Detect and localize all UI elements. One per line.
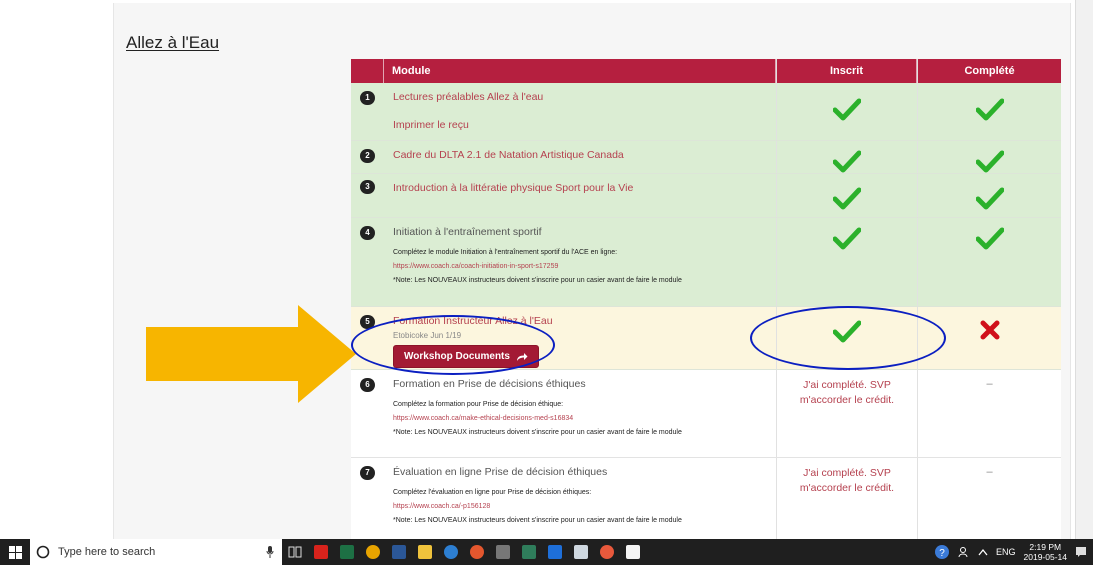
module-url-link[interactable]: https://www.coach.ca/coach-initiation-in… (393, 263, 767, 270)
module-link[interactable]: Lectures préalables Allez à l'eau (393, 91, 767, 103)
row-number: 7 (360, 466, 375, 480)
row-number: 3 (360, 180, 375, 194)
module-note: *Note: Les NOUVEAUX instructeurs doivent… (393, 277, 682, 284)
file-explorer-icon[interactable] (412, 539, 438, 565)
people-icon[interactable] (958, 546, 970, 558)
page-title: Allez à l'Eau (126, 33, 220, 52)
system-tray: ? ENG 2:19 PM 2019-05-14 (934, 539, 1093, 565)
module-url-link[interactable]: https://www.coach.ca/make-ethical-decisi… (393, 415, 767, 422)
acrobat-icon[interactable] (308, 539, 334, 565)
module-instructions: Complétez la formation pour Prise de déc… (393, 401, 564, 408)
task-view-icon[interactable] (282, 539, 308, 565)
module-link[interactable]: Introduction à la littératie physique Sp… (393, 182, 767, 194)
header-num (351, 59, 384, 83)
project-icon[interactable] (516, 539, 542, 565)
store-icon[interactable] (620, 539, 646, 565)
cross-icon (980, 320, 999, 340)
table-row: 6 Formation en Prise de décisions éthiqu… (351, 370, 1061, 458)
check-icon (833, 98, 861, 121)
table-row: 2 Cadre du DLTA 2.1 de Natation Artistiq… (351, 141, 1061, 174)
completed-status: – (986, 466, 993, 478)
check-icon (975, 98, 1004, 121)
check-icon (833, 227, 861, 250)
module-title: Évaluation en ligne Prise de décision ét… (393, 466, 608, 478)
modules-table: Module Inscrit Complété 1 Lectures préal… (351, 59, 1061, 539)
clock-time: 2:19 PM (1029, 542, 1062, 552)
scrollbar[interactable] (1075, 0, 1093, 539)
header-enrolled: Inscrit (776, 59, 917, 83)
header-completed: Complété (917, 59, 1061, 83)
print-receipt-link[interactable]: Imprimer le reçu (393, 119, 767, 131)
help-icon[interactable]: ? (934, 544, 950, 560)
mail-icon[interactable] (568, 539, 594, 565)
claim-credit-link[interactable]: J'ai complété. SVP m'accorder le crédit. (777, 370, 917, 408)
check-icon (975, 150, 1004, 173)
module-link[interactable]: Cadre du DLTA 2.1 de Natation Artistique… (393, 149, 767, 161)
browser-page: Allez à l'Eau Module Inscrit Complété 1 … (0, 0, 1093, 539)
taskbar: Type here to search ? ENG 2:19 PM 2019-0… (0, 539, 1093, 565)
dropbox-icon[interactable] (542, 539, 568, 565)
table-header: Module Inscrit Complété (351, 59, 1061, 83)
windows-logo-icon (8, 545, 22, 559)
annotation-circle-button (351, 315, 555, 375)
app-circle-icon[interactable] (594, 539, 620, 565)
taskbar-search[interactable]: Type here to search (30, 539, 282, 565)
module-title: Formation en Prise de décisions éthiques (393, 378, 586, 390)
search-placeholder: Type here to search (58, 546, 156, 558)
module-title: Initiation à l'entraînement sportif (393, 226, 542, 238)
notifications-icon[interactable] (1075, 546, 1087, 558)
svg-text:?: ? (939, 548, 945, 559)
cortana-circle-icon (36, 545, 50, 559)
check-icon (975, 227, 1004, 250)
annotation-circle-check (750, 306, 946, 370)
calculator-icon[interactable] (490, 539, 516, 565)
row-number: 6 (360, 378, 375, 392)
row-number: 1 (360, 91, 375, 105)
check-icon (833, 187, 861, 210)
table-row: 4 Initiation à l'entraînement sportif Co… (351, 218, 1061, 307)
start-button[interactable] (0, 539, 30, 565)
clock[interactable]: 2:19 PM 2019-05-14 (1024, 542, 1067, 562)
completed-status: – (986, 378, 993, 390)
edge-icon[interactable] (438, 539, 464, 565)
table-row: 7 Évaluation en ligne Prise de décision … (351, 458, 1061, 539)
header-module: Module (384, 59, 776, 83)
microphone-icon[interactable] (266, 546, 274, 558)
module-note: *Note: Les NOUVEAUX instructeurs doivent… (393, 517, 682, 524)
excel-icon[interactable] (334, 539, 360, 565)
row-number: 2 (360, 149, 375, 163)
clock-date: 2019-05-14 (1023, 552, 1067, 562)
language-indicator[interactable]: ENG (996, 547, 1016, 557)
table-row: 1 Lectures préalables Allez à l'eau Impr… (351, 83, 1061, 141)
check-icon (975, 187, 1004, 210)
claim-credit-link[interactable]: J'ai complété. SVP m'accorder le crédit. (777, 458, 917, 496)
check-icon (833, 150, 861, 173)
row-number: 4 (360, 226, 375, 240)
annotation-arrow (146, 305, 356, 403)
chrome-icon[interactable] (360, 539, 386, 565)
table-row: 3 Introduction à la littératie physique … (351, 174, 1061, 218)
module-instructions: Complétez le module Initiation à l'entra… (393, 249, 618, 256)
module-instructions: Complétez l'évaluation en ligne pour Pri… (393, 489, 592, 496)
media-icon[interactable] (464, 539, 490, 565)
module-url-link[interactable]: https://www.coach.ca/-p156128 (393, 503, 767, 510)
word-icon[interactable] (386, 539, 412, 565)
module-note: *Note: Les NOUVEAUX instructeurs doivent… (393, 429, 682, 436)
chevron-up-icon[interactable] (978, 548, 988, 556)
